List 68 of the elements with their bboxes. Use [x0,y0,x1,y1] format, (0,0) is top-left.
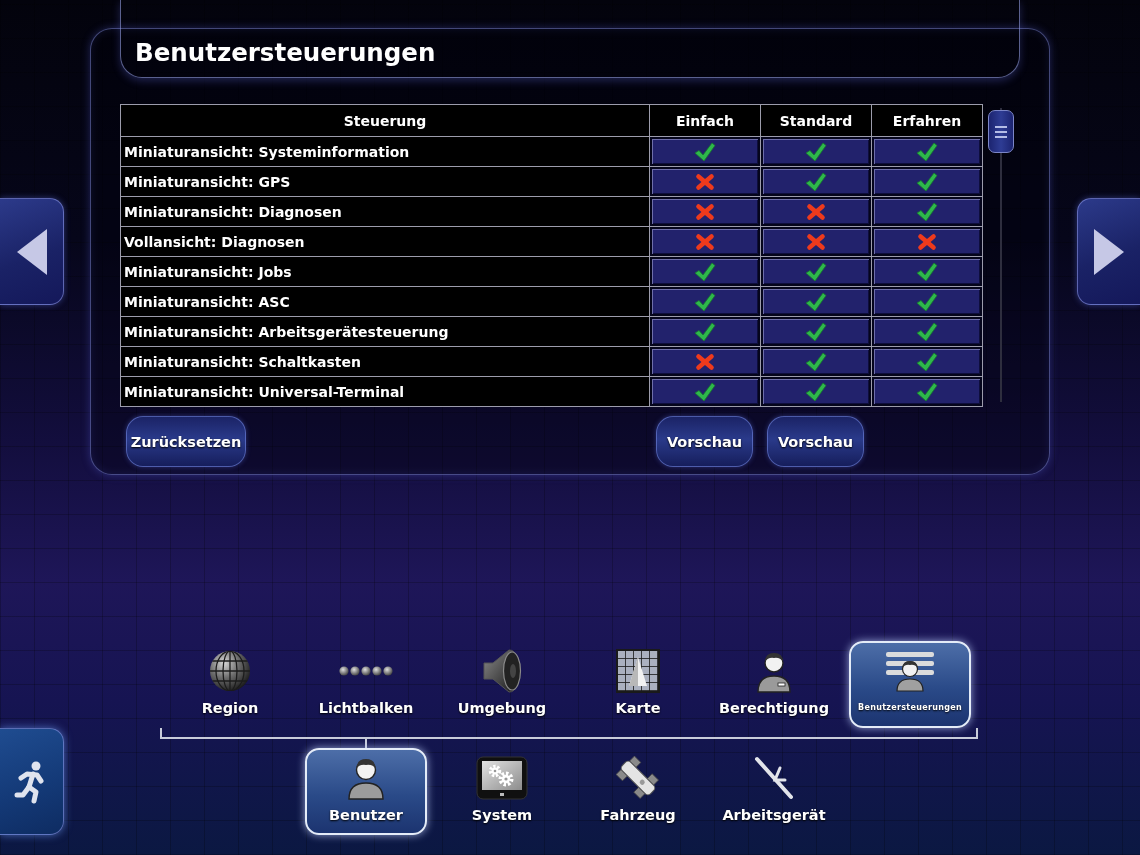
nav-tab[interactable]: Karte [577,641,699,728]
column-header: Einfach [650,105,760,136]
table-cell: Miniaturansicht: Arbeitsgerätesteuerung [121,317,649,346]
nav-tab[interactable]: Region [169,641,291,728]
permission-toggle[interactable] [650,377,760,406]
permission-toggle[interactable] [761,377,871,406]
permission-toggle[interactable] [650,287,760,316]
permission-toggle[interactable] [761,227,871,256]
table-cell: Miniaturansicht: Jobs [121,257,649,286]
table-cell: Vollansicht: Diagnosen [121,227,649,256]
person-icon [347,756,385,800]
scrollbar-thumb[interactable] [988,110,1014,153]
table-cell: Miniaturansicht: Universal-Terminal [121,377,649,406]
permission-toggle[interactable] [761,197,871,226]
permission-toggle[interactable] [761,257,871,286]
permission-toggle[interactable] [761,167,871,196]
permission-toggle[interactable] [872,137,982,166]
exit-button[interactable] [0,728,64,835]
previous-button[interactable] [0,198,64,305]
monitor-gears-icon [476,756,528,800]
globe-icon [209,650,251,692]
arrow-left-icon [15,227,48,276]
nav-tab[interactable]: Lichtbalken [305,641,427,728]
column-header: Standard [761,105,871,136]
permission-toggle[interactable] [650,257,760,286]
table-cell: Miniaturansicht: ASC [121,287,649,316]
nav-tab[interactable]: Fahrzeug [577,748,699,835]
reset-button[interactable]: Zurücksetzen [126,416,246,467]
table-cell: Miniaturansicht: Schaltkasten [121,347,649,376]
preview-button[interactable]: Vorschau [767,416,864,467]
permission-toggle[interactable] [650,317,760,346]
permission-toggle[interactable] [872,197,982,226]
permission-toggle[interactable] [872,227,982,256]
permission-toggle[interactable] [872,347,982,376]
permission-toggle[interactable] [872,257,982,286]
nav-tab[interactable]: Berechtigung [713,641,835,728]
permission-toggle[interactable] [761,137,871,166]
permission-toggle[interactable] [650,197,760,226]
permission-toggle[interactable] [650,137,760,166]
table-cell: Miniaturansicht: Diagnosen [121,197,649,226]
next-button[interactable] [1077,198,1140,305]
nav-tab[interactable]: System [441,748,563,835]
speaker-icon [482,648,522,694]
permission-toggle[interactable] [650,167,760,196]
arrow-right-icon [1093,227,1125,276]
permission-toggle[interactable] [650,347,760,376]
table-cell: Miniaturansicht: GPS [121,167,649,196]
grid-map-icon [616,649,660,693]
permission-toggle[interactable] [761,347,871,376]
slanted-bar-icon [754,756,794,800]
permission-toggle[interactable] [872,377,982,406]
page-title: Benutzersteuerungen [135,38,436,67]
permission-toggle[interactable] [872,167,982,196]
column-header: Erfahren [872,105,982,136]
permission-toggle[interactable] [650,227,760,256]
nav-tab[interactable]: Umgebung [441,641,563,728]
nav-tab[interactable]: Benutzersteuerungen [849,641,971,728]
permission-toggle[interactable] [872,317,982,346]
nav-tab[interactable]: Arbeitsgerät [713,748,835,835]
dot-row-icon [339,666,393,676]
permission-toggle[interactable] [761,287,871,316]
column-header: Steuerung [121,105,649,136]
nav-tab[interactable]: Benutzer [305,748,427,835]
table-cell: Miniaturansicht: Systeminformation [121,137,649,166]
permission-toggle[interactable] [761,317,871,346]
preview-button[interactable]: Vorschau [656,416,753,467]
permission-toggle[interactable] [872,287,982,316]
person-list-icon [885,650,935,692]
